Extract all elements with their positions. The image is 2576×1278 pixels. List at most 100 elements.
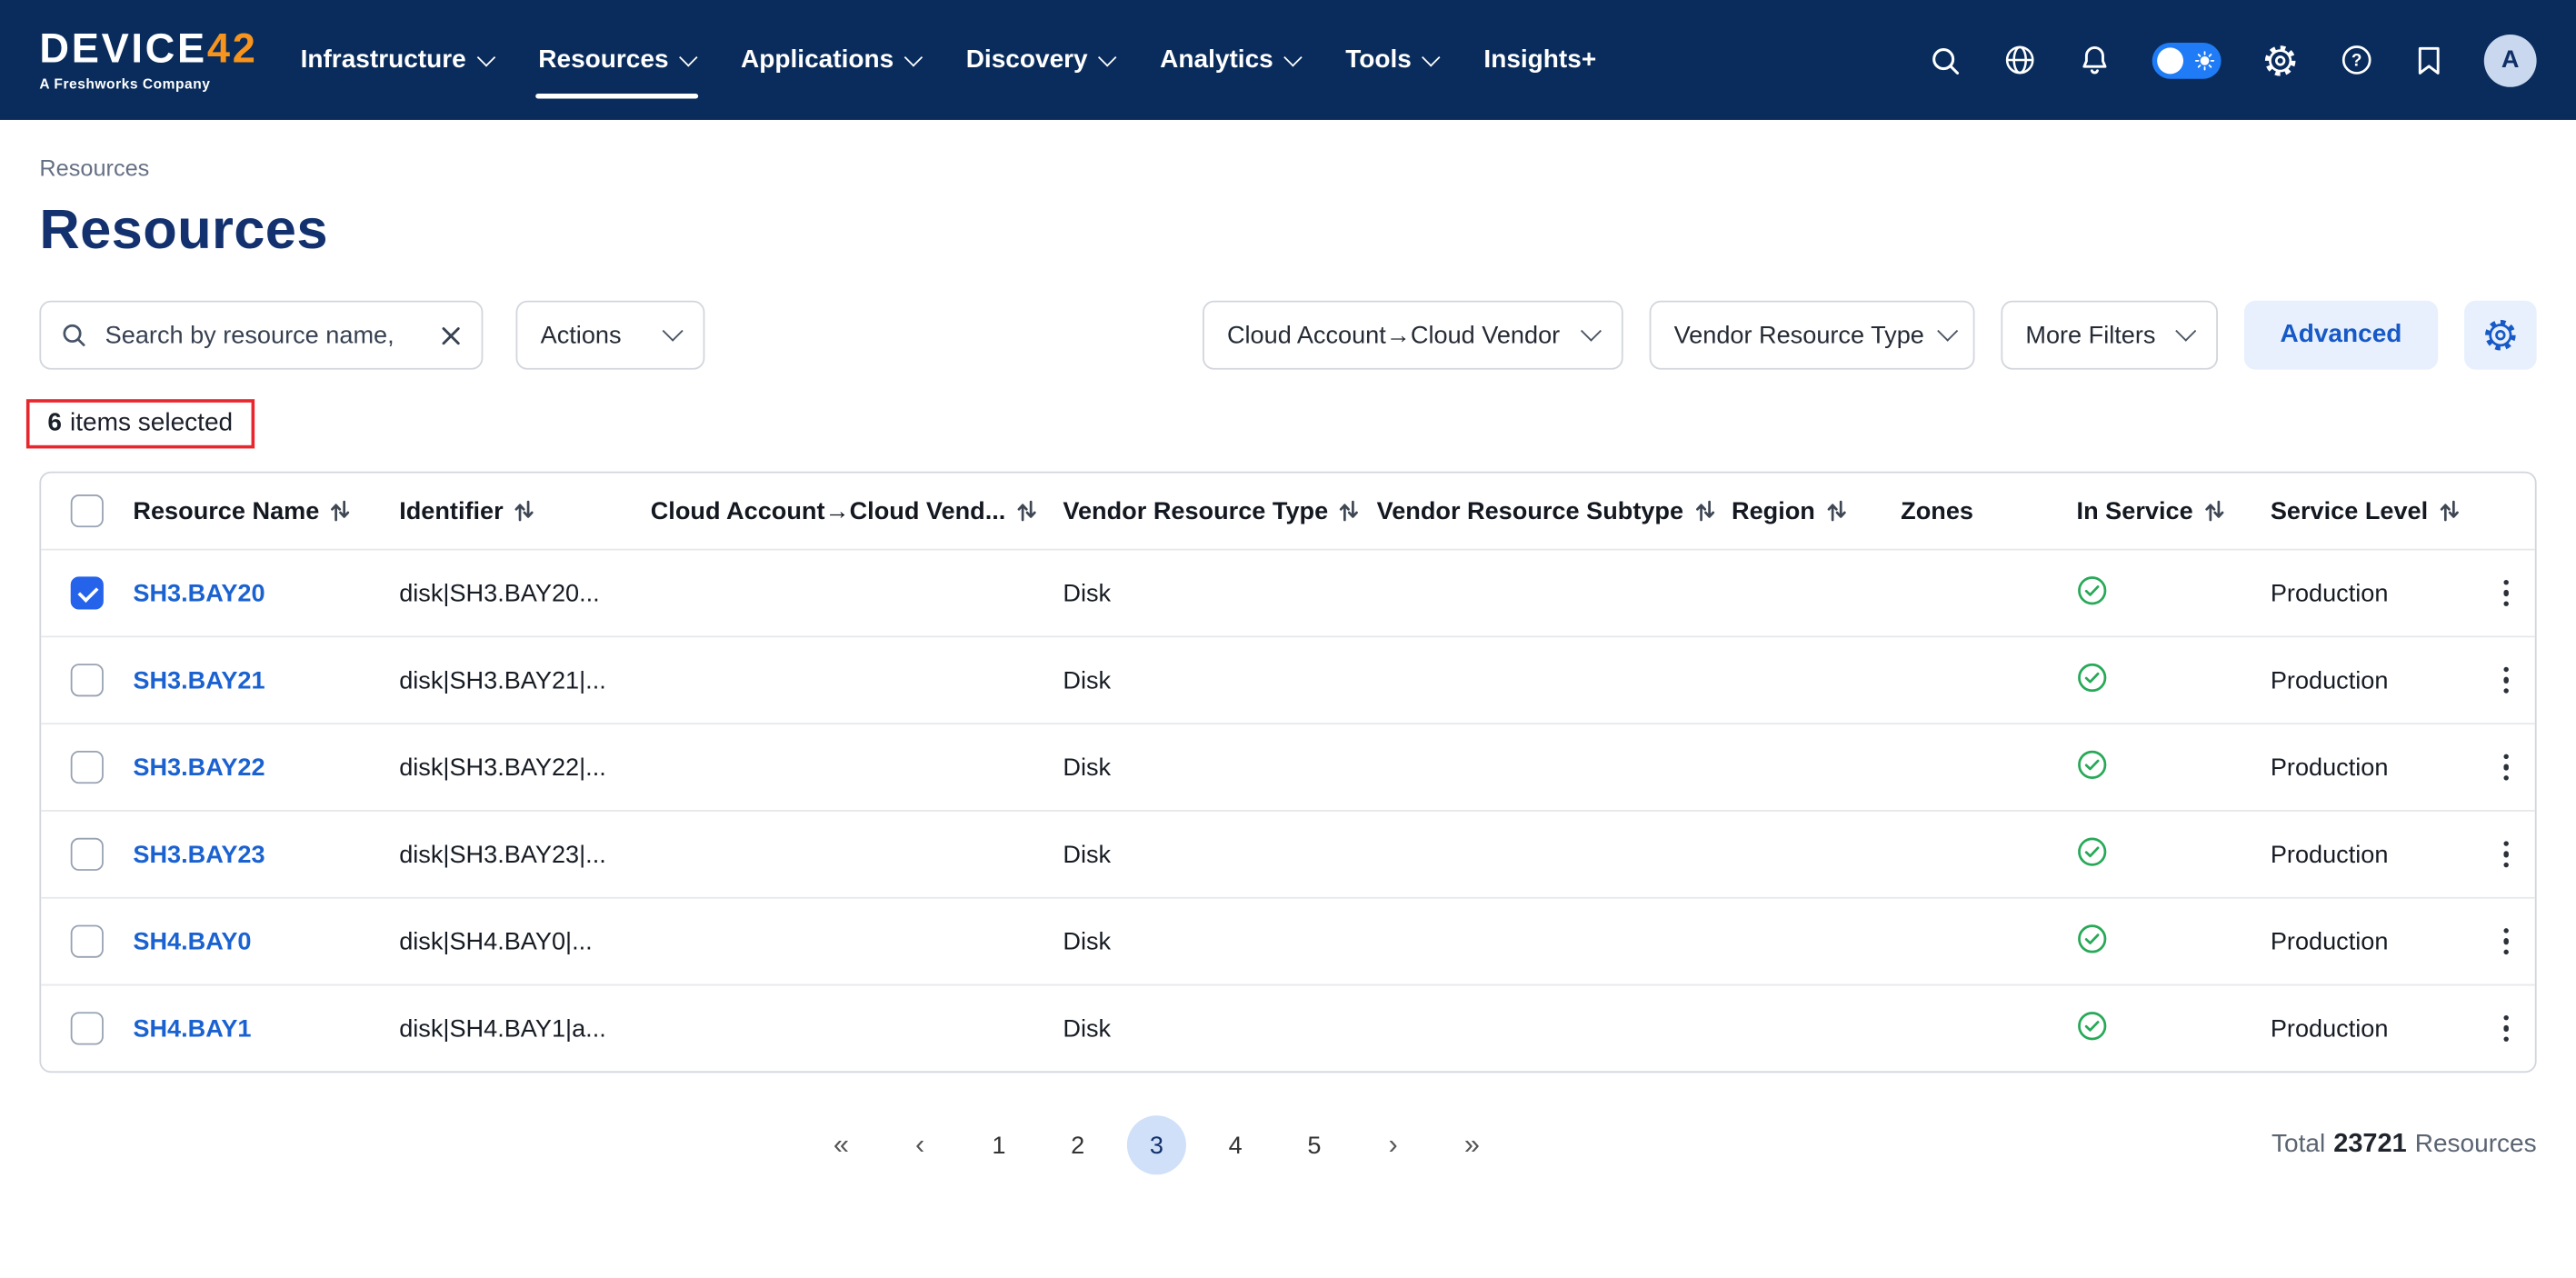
nav-item-applications[interactable]: Applications — [718, 0, 944, 120]
nav-item-analytics[interactable]: Analytics — [1137, 0, 1323, 120]
service-level-cell: Production — [2271, 754, 2484, 782]
top-navbar: DEVICE42 A Freshworks Company Infrastruc… — [0, 0, 2576, 120]
column-header-service-level[interactable]: Service Level — [2271, 497, 2484, 525]
actions-dropdown[interactable]: Actions — [516, 301, 705, 370]
help-icon[interactable]: ? — [2340, 43, 2374, 77]
chevron-down-icon — [476, 47, 494, 65]
gear-icon[interactable] — [2262, 42, 2299, 78]
navbar-icons: ? A — [1929, 34, 2537, 86]
header-checkbox-cell — [41, 494, 133, 527]
next-page-button[interactable]: › — [1363, 1115, 1423, 1174]
avatar[interactable]: A — [2484, 34, 2537, 86]
resource-name-link[interactable]: SH3.BAY21 — [133, 666, 399, 694]
kebab-menu-icon[interactable] — [2484, 571, 2529, 614]
row-checkbox[interactable] — [71, 925, 104, 958]
page-button[interactable]: 5 — [1284, 1115, 1343, 1174]
sort-icon[interactable] — [2440, 499, 2460, 522]
page-button[interactable]: 3 — [1127, 1115, 1186, 1174]
resource-name-link[interactable]: SH4.BAY0 — [133, 927, 399, 955]
page-button[interactable]: 4 — [1206, 1115, 1265, 1174]
logo-wordmark: DEVICE42 — [39, 29, 257, 70]
search-input[interactable] — [102, 320, 425, 351]
prev-page-button[interactable]: ‹ — [891, 1115, 950, 1174]
identifier-cell: disk|SH3.BAY20... — [399, 579, 651, 607]
total-count: 23721 — [2333, 1130, 2406, 1160]
page-button[interactable]: 1 — [969, 1115, 1028, 1174]
advanced-button[interactable]: Advanced — [2244, 301, 2438, 370]
chevron-down-icon — [1581, 321, 1602, 342]
identifier-cell: disk|SH3.BAY22|... — [399, 754, 651, 782]
kebab-menu-icon[interactable] — [2484, 919, 2529, 963]
nav-item-discovery[interactable]: Discovery — [943, 0, 1136, 120]
sort-icon[interactable] — [2204, 499, 2224, 522]
row-checkbox[interactable] — [71, 751, 104, 784]
kebab-menu-icon[interactable] — [2484, 1006, 2529, 1050]
table-footer: « ‹ 1 2 3 4 5 › » Total 23721 Resources — [39, 1105, 2536, 1184]
identifier-cell: disk|SH3.BAY21|... — [399, 666, 651, 694]
nav-item-tools[interactable]: Tools — [1323, 0, 1461, 120]
column-header-in-service[interactable]: In Service — [2077, 497, 2271, 525]
kebab-menu-icon[interactable] — [2484, 745, 2529, 789]
chevron-down-icon — [1283, 47, 1302, 65]
column-header-cloud-account[interactable]: Cloud Account→Cloud Vend... — [651, 497, 1063, 525]
row-checkbox[interactable] — [71, 576, 104, 609]
nav-item-infrastructure[interactable]: Infrastructure — [277, 0, 515, 120]
vendor-resource-type-filter[interactable]: Vendor Resource Type — [1649, 301, 1974, 370]
check-circle-icon — [2077, 661, 2108, 692]
row-checkbox[interactable] — [71, 1012, 104, 1044]
resource-name-link[interactable]: SH4.BAY1 — [133, 1014, 399, 1043]
cloud-account-filter[interactable]: Cloud Account→Cloud Vendor — [1203, 301, 1623, 370]
table-settings-button[interactable] — [2464, 301, 2537, 370]
service-level-cell: Production — [2271, 927, 2484, 955]
resources-table: Resource Name Identifier Cloud Account→C… — [39, 472, 2536, 1073]
in-service-cell — [2077, 661, 2271, 699]
select-all-checkbox[interactable] — [71, 494, 104, 527]
sort-icon[interactable] — [1695, 499, 1715, 522]
search-box — [39, 301, 483, 370]
theme-toggle[interactable] — [2152, 42, 2222, 78]
chevron-down-icon — [2175, 321, 2196, 342]
identifier-cell: disk|SH4.BAY1|a... — [399, 1014, 651, 1043]
sun-icon — [2195, 50, 2215, 70]
nav-item-insights[interactable]: Insights+ — [1461, 0, 1619, 120]
more-filters-dropdown[interactable]: More Filters — [2001, 301, 2218, 370]
toggle-knob — [2157, 47, 2183, 74]
sort-icon[interactable] — [514, 499, 534, 522]
vendor-resource-type-cell: Disk — [1063, 840, 1376, 868]
gear-icon — [2482, 317, 2519, 354]
sort-icon[interactable] — [1827, 499, 1847, 522]
identifier-cell: disk|SH3.BAY23|... — [399, 840, 651, 868]
resource-name-link[interactable]: SH3.BAY20 — [133, 579, 399, 607]
in-service-cell — [2077, 835, 2271, 874]
column-header-identifier[interactable]: Identifier — [399, 497, 651, 525]
in-service-cell — [2077, 923, 2271, 961]
kebab-menu-icon[interactable] — [2484, 833, 2529, 876]
page-button[interactable]: 2 — [1048, 1115, 1107, 1174]
in-service-cell — [2077, 748, 2271, 786]
sort-icon[interactable] — [331, 499, 351, 522]
column-header-vendor-resource-subtype[interactable]: Vendor Resource Subtype — [1377, 497, 1732, 525]
row-checkbox[interactable] — [71, 838, 104, 871]
globe-icon[interactable] — [2002, 43, 2037, 77]
breadcrumb[interactable]: Resources — [39, 155, 149, 181]
first-page-button[interactable]: « — [812, 1115, 871, 1174]
last-page-button[interactable]: » — [1443, 1115, 1502, 1174]
column-header-resource-name[interactable]: Resource Name — [133, 497, 399, 525]
sort-icon[interactable] — [1017, 499, 1037, 522]
toolbar: Actions Cloud Account→Cloud Vendor Vendo… — [39, 301, 2536, 370]
resource-name-link[interactable]: SH3.BAY23 — [133, 840, 399, 868]
bell-icon[interactable] — [2078, 43, 2111, 77]
bookmark-icon[interactable] — [2415, 44, 2443, 76]
sort-icon[interactable] — [1340, 499, 1360, 522]
nav-item-resources[interactable]: Resources — [515, 0, 718, 120]
resource-name-link[interactable]: SH3.BAY22 — [133, 754, 399, 782]
identifier-cell: disk|SH4.BAY0|... — [399, 927, 651, 955]
column-header-region[interactable]: Region — [1732, 497, 1901, 525]
clear-icon[interactable] — [440, 324, 461, 345]
kebab-menu-icon[interactable] — [2484, 658, 2529, 702]
column-header-vendor-resource-type[interactable]: Vendor Resource Type — [1063, 497, 1376, 525]
search-icon[interactable] — [1929, 44, 1962, 76]
device42-logo[interactable]: DEVICE42 A Freshworks Company — [39, 29, 257, 91]
row-checkbox[interactable] — [71, 664, 104, 696]
table-row: SH3.BAY22 disk|SH3.BAY22|... Disk Produc… — [41, 723, 2535, 810]
